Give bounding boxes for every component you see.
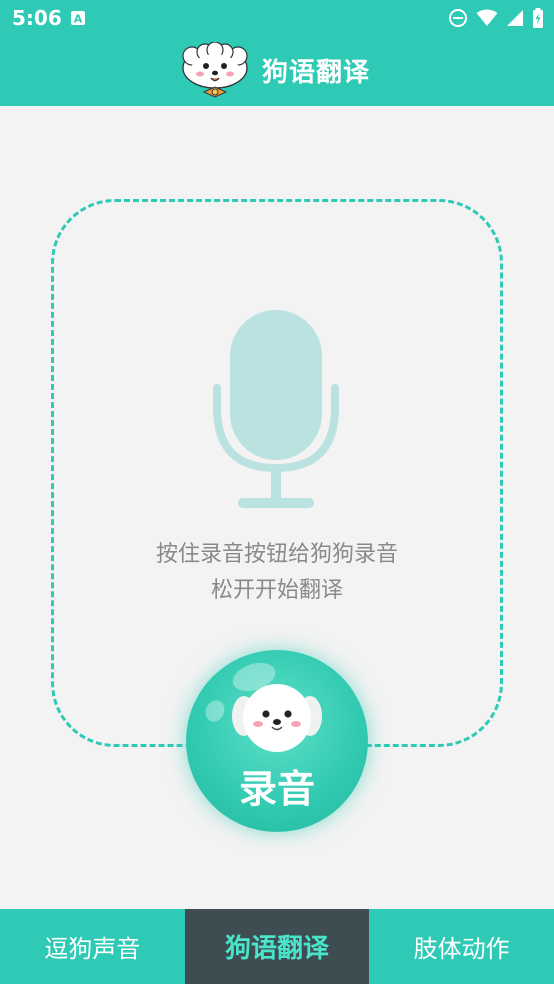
microphone-icon bbox=[213, 310, 339, 508]
signal-icon bbox=[507, 10, 523, 26]
dog-face-icon bbox=[232, 684, 322, 752]
app-bar: 狗语翻译 bbox=[0, 36, 554, 106]
do-not-disturb-icon bbox=[449, 9, 467, 27]
hint-text-line1: 按住录音按钮给狗狗录音 bbox=[155, 542, 398, 567]
status-bar: 5:06 A bbox=[0, 0, 554, 36]
tab-dog-sounds[interactable]: 逗狗声音 bbox=[0, 909, 185, 984]
record-button[interactable]: 录音 bbox=[186, 650, 368, 832]
status-time: 5:06 bbox=[12, 6, 62, 30]
tab-body-language[interactable]: 肢体动作 bbox=[369, 909, 554, 984]
tab-dog-translate[interactable]: 狗语翻译 bbox=[184, 909, 370, 984]
page-title: 狗语翻译 bbox=[262, 58, 371, 88]
hint-text-line2: 松开开始翻译 bbox=[210, 578, 343, 603]
record-button-label: 录音 bbox=[238, 767, 315, 811]
wifi-icon bbox=[476, 9, 498, 26]
notification-a-icon: A bbox=[71, 11, 85, 26]
battery-icon bbox=[533, 8, 543, 28]
button-shine-small bbox=[202, 697, 228, 725]
bottom-tab-bar: 逗狗声音 狗语翻译 肢体动作 bbox=[0, 909, 554, 984]
dog-face-logo bbox=[182, 42, 248, 98]
svg-text:A: A bbox=[74, 13, 83, 26]
